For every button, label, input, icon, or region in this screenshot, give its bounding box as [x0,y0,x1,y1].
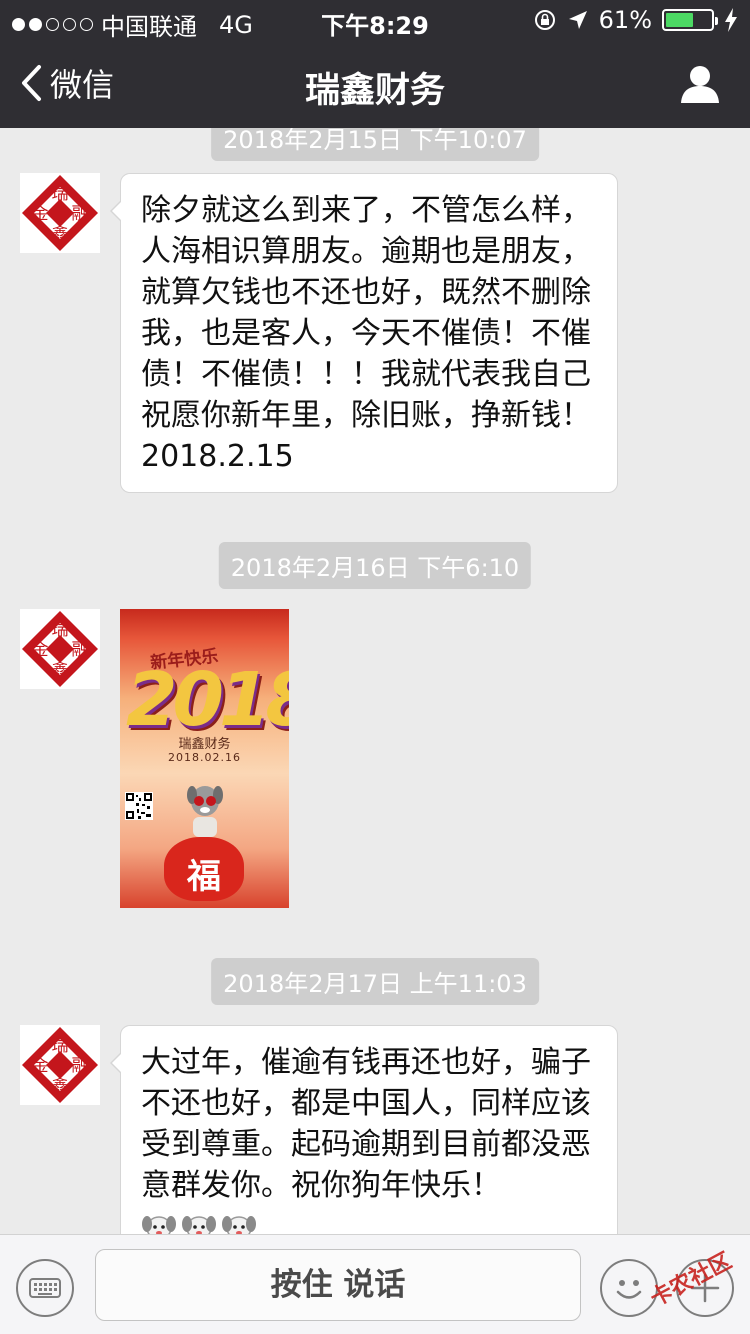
poster-brand: 瑞鑫财务 [178,737,231,752]
dog-emoji-icon [182,1216,216,1234]
company-logo-icon: 瑞 金 融 鑫 [20,173,100,253]
dog-emoji-icon [222,1216,256,1234]
message-bubble[interactable]: 除夕就这么到来了，不管怎么样，人海相识算朋友。逾期也是朋友，就算欠钱也不还也好，… [110,173,618,493]
status-bar: 中国联通 4G 下午8:29 61% [0,0,750,42]
logo-char-bottom: 鑫 [52,1077,69,1097]
message-bubble[interactable]: 大过年，催逾有钱再还也好，骗子不还也好，都是中国人，同样应该受到尊重。起码逾期到… [110,1025,618,1234]
battery-icon [662,9,718,31]
sender-avatar[interactable]: 瑞 金 融 鑫 [20,609,100,689]
fu-character: 福 [187,857,221,897]
keyboard-toggle-button[interactable] [16,1259,74,1317]
dog-mascot-icon [187,786,223,837]
input-bar: 按住 说话 [0,1234,750,1334]
logo-char-bottom: 鑫 [52,225,69,245]
message-text: 大过年，催逾有钱再还也好，骗子不还也好，都是中国人，同样应该受到尊重。起码逾期到… [141,1045,591,1203]
poster-date: 2018.02.16 [168,751,241,764]
keyboard-icon [29,1278,61,1298]
navigation-bar: 微信 瑞鑫财务 [0,42,750,128]
person-icon [681,66,719,103]
message-timestamp: 2018年2月16日 下午6:10 [218,542,532,589]
qr-code-icon [125,792,153,820]
chat-title: 瑞鑫财务 [304,71,445,111]
poster-year: 2018 [126,657,289,743]
chat-area[interactable]: 2018年2月15日 下午10:07 瑞 金 融 鑫 除夕就这么到来了，不管怎么… [0,128,750,1234]
logo-char-top: 瑞 [52,620,69,640]
hold-to-talk-button[interactable]: 按住 说话 [95,1249,581,1321]
chat-info-button[interactable] [680,64,720,108]
battery-percent: 61% [598,6,652,34]
company-logo-icon: 瑞 金 融 鑫 [20,609,100,689]
logo-char-top: 瑞 [52,184,69,204]
lucky-bag: 福 [164,837,244,901]
logo-char-left: 金 [32,640,49,660]
message-timestamp: 2018年2月15日 下午10:07 [211,128,539,161]
location-arrow-icon [568,11,587,29]
rotation-lock-icon [534,10,555,30]
logo-char-left: 金 [32,1056,49,1076]
logo-char-bottom: 鑫 [52,661,69,681]
message-timestamp: 2018年2月17日 上午11:03 [211,958,539,1005]
charging-bolt-icon [725,8,737,32]
sender-avatar[interactable]: 瑞 金 融 鑫 [20,1025,100,1105]
image-message[interactable]: 新年快乐 2018 瑞鑫财务 2018.02.16 福 [120,609,289,908]
top-bar: 中国联通 4G 下午8:29 61% 微信 瑞鑫财务 [0,0,750,128]
logo-char-right: 融 [72,204,89,224]
dog-emoji-icon [142,1216,176,1234]
dog-emoji-group [141,1209,257,1234]
logo-char-right: 融 [72,1056,89,1076]
sender-avatar[interactable]: 瑞 金 融 鑫 [20,173,100,253]
company-logo-icon: 瑞 金 融 鑫 [20,1025,100,1105]
logo-char-left: 金 [32,204,49,224]
logo-char-right: 融 [72,640,89,660]
logo-char-top: 瑞 [52,1036,69,1056]
